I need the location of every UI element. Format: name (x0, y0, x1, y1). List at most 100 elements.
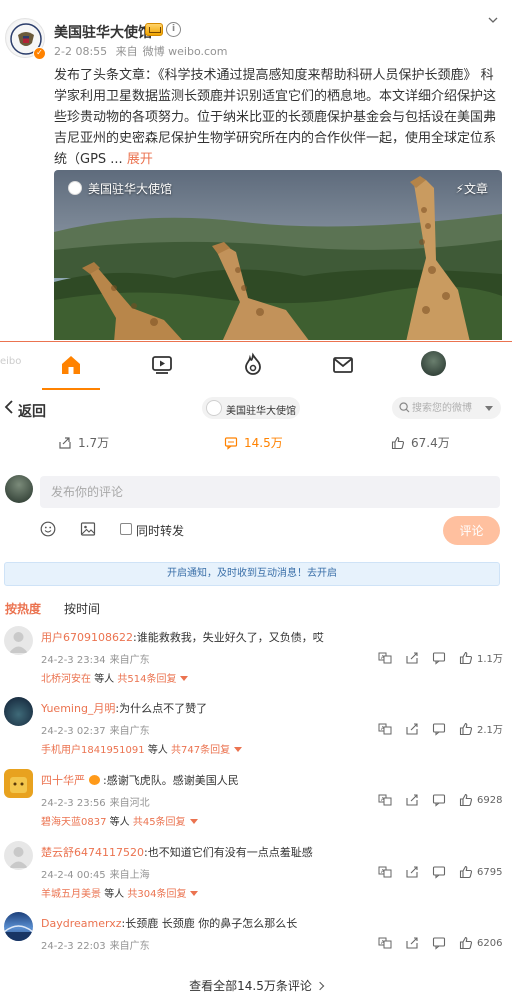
reply-user[interactable]: 手机用户1841951091 (41, 745, 145, 756)
comment-actions: A 6206 (378, 936, 502, 950)
comment-location: 来自上海 (109, 870, 150, 881)
message-envelope-icon[interactable] (330, 352, 356, 378)
svg-text:A: A (381, 726, 385, 732)
search-input[interactable] (412, 400, 480, 416)
user-pill[interactable]: 美国驻华大使馆 (202, 397, 300, 419)
translate-icon[interactable]: A (378, 936, 392, 950)
commenter-avatar[interactable] (4, 626, 33, 655)
reply-count[interactable]: 共747条回复 (171, 745, 230, 756)
commenter-name[interactable]: Yueming_月明 (41, 702, 115, 715)
reply-user[interactable]: 北桥河安在 (41, 674, 91, 685)
replies-summary[interactable]: 北桥河安在 等人 共514条回复 (41, 670, 189, 685)
commenter-name[interactable]: 四十华严 (41, 774, 85, 787)
reply-icon[interactable] (432, 651, 446, 665)
share-icon[interactable] (405, 936, 419, 950)
post-meta: 2-2 08:55 来自 微博 weibo.com (54, 43, 233, 59)
translate-icon[interactable]: A (378, 722, 392, 736)
share-icon[interactable] (405, 865, 419, 879)
comment-text: :长颈鹿 长颈鹿 你的鼻子怎么那么长 (121, 917, 298, 930)
view-all-comments-link[interactable]: 查看全部14.5万条评论 (0, 977, 512, 994)
share-icon[interactable] (405, 651, 419, 665)
reply-count[interactable]: 共45条回复 (133, 817, 186, 828)
commenter-avatar[interactable] (4, 769, 33, 798)
svg-text:A: A (381, 797, 385, 803)
search-dropdown-caret-icon[interactable] (485, 406, 493, 411)
post-author[interactable]: 美国驻华大使馆 (54, 22, 152, 42)
comment-line: Daydreamerxz:长颈鹿 长颈鹿 你的鼻子怎么那么长 (41, 915, 481, 931)
reply-count[interactable]: 共514条回复 (117, 674, 176, 685)
reply-icon[interactable] (432, 722, 446, 736)
expand-link[interactable]: 展开 (127, 152, 153, 167)
reply-user[interactable]: 碧海天蓝0837 (41, 817, 106, 828)
reply-icon[interactable] (432, 865, 446, 879)
commenter-name[interactable]: 用户6709108622 (41, 631, 133, 644)
comment-stat[interactable]: 14.5万 (224, 434, 283, 451)
article-tag[interactable]: ⚡文章 (456, 180, 488, 197)
like-count: 67.4万 (411, 436, 450, 450)
emoji-icon[interactable] (40, 521, 56, 537)
commenter-avatar[interactable] (4, 697, 33, 726)
translate-icon[interactable]: A (378, 651, 392, 665)
bridge-photo-avatar (4, 925, 33, 941)
repost-checkbox[interactable] (120, 523, 132, 535)
translate-icon[interactable]: A (378, 865, 392, 879)
comment-actions: A 6795 (378, 865, 502, 879)
home-icon[interactable] (58, 352, 84, 378)
sort-by-hot-tab[interactable]: 按热度 (5, 600, 41, 617)
reply-icon[interactable] (432, 936, 446, 950)
comment-input[interactable] (40, 476, 500, 508)
thumbs-up-icon[interactable] (459, 651, 473, 665)
sort-by-time-tab[interactable]: 按时间 (64, 600, 100, 617)
comment-time: 24-2-4 00:45 (41, 870, 106, 881)
comment-like-count: 1.1万 (477, 654, 503, 665)
comment-like-count: 6206 (477, 937, 503, 949)
comment-location: 来自广东 (109, 941, 150, 952)
post-image[interactable]: 美国驻华大使馆 ⚡文章 (54, 170, 502, 340)
video-icon[interactable] (149, 352, 175, 378)
reply-user[interactable]: 羊城五月美景 (41, 889, 101, 900)
comment-like-count: 6795 (477, 866, 503, 878)
comment-meta: 24-2-3 23:34 来自广东 (41, 651, 154, 666)
thumbs-up-icon[interactable] (459, 936, 473, 950)
replies-summary[interactable]: 羊城五月美景 等人 共304条回复 (41, 885, 199, 900)
translate-icon[interactable]: A (378, 793, 392, 807)
comment-location: 来自河北 (109, 798, 150, 809)
submit-comment-button[interactable]: 评论 (443, 516, 500, 545)
commenter-name[interactable]: Daydreamerxz (41, 917, 122, 930)
caret-down-icon (190, 891, 199, 896)
hot-flame-icon[interactable] (240, 352, 266, 378)
replies-summary[interactable]: 碧海天蓝0837 等人 共45条回复 (41, 813, 198, 828)
back-button[interactable]: 返回 (18, 401, 46, 421)
like-stat[interactable]: 67.4万 (391, 434, 450, 451)
replies-summary[interactable]: 手机用户1841951091 等人 共747条回复 (41, 741, 243, 756)
home-active-indicator (42, 388, 100, 390)
repost-stat[interactable]: 1.7万 (58, 434, 109, 451)
comment-text: :为什么点不了赞了 (115, 702, 208, 715)
comment-item: 用户6709108622:谁能救救我，失业好久了，又负债，哎 24-2-3 23… (0, 626, 512, 696)
reply-count[interactable]: 共304条回复 (127, 889, 186, 900)
comment-like-count: 6928 (477, 794, 503, 806)
share-icon[interactable] (405, 722, 419, 736)
image-account-label: 美国驻华大使馆 (88, 182, 173, 196)
profile-avatar[interactable] (421, 351, 446, 376)
commenter-avatar[interactable] (4, 912, 33, 941)
share-icon[interactable] (405, 793, 419, 807)
notification-banner[interactable]: 开启通知，及时收到互动消息！去开启 (4, 562, 500, 586)
thumbs-up-icon[interactable] (459, 722, 473, 736)
svg-text:A: A (381, 940, 385, 946)
svg-text:A: A (381, 869, 385, 875)
chevron-down-icon[interactable] (487, 14, 499, 26)
my-avatar[interactable] (5, 475, 33, 503)
comment-item: 楚云舒6474117520:也不知道它们有没有一点点羞耻感 24-2-4 00:… (0, 841, 512, 911)
post-time[interactable]: 2-2 08:55 (54, 45, 107, 58)
info-icon[interactable]: i (166, 22, 181, 37)
repost-checkbox-label[interactable]: 同时转发 (136, 522, 184, 539)
thumbs-up-icon[interactable] (459, 793, 473, 807)
comment-text: :感谢飞虎队。感谢美国人民 (103, 774, 239, 787)
commenter-name[interactable]: 楚云舒6474117520 (41, 846, 144, 859)
image-upload-icon[interactable] (80, 521, 96, 537)
reply-icon[interactable] (432, 793, 446, 807)
commenter-avatar[interactable] (4, 841, 33, 870)
thumbs-up-icon[interactable] (459, 865, 473, 879)
back-chevron-icon[interactable] (2, 399, 16, 415)
